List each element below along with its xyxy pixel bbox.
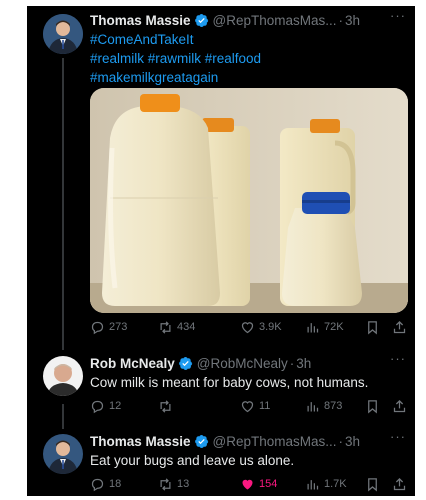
more-icon[interactable]: ···	[390, 432, 406, 444]
repost-button[interactable]: 13	[158, 475, 189, 493]
views-button[interactable]: 873	[305, 397, 342, 415]
thread-connector	[62, 404, 64, 429]
reply-button[interactable]: 12	[90, 397, 121, 415]
tweet-actions: 273 434 3.9K 72K	[90, 318, 408, 336]
views-icon	[307, 401, 319, 411]
author-handle[interactable]: @RepThomasMas...	[213, 13, 337, 28]
author-handle[interactable]: @RobMcNealy	[197, 356, 288, 371]
repost-icon	[160, 399, 171, 413]
bookmark-icon	[368, 399, 377, 413]
bookmark-icon	[368, 477, 377, 491]
share-icon	[393, 399, 406, 412]
dot-separator: ·	[289, 355, 295, 371]
share-button[interactable]	[392, 475, 407, 493]
repost-button[interactable]	[158, 397, 177, 415]
repost-icon	[160, 320, 171, 334]
like-count: 11	[259, 400, 271, 412]
tweet-actions: 12 11 873	[90, 397, 408, 415]
more-icon[interactable]: ···	[390, 11, 406, 23]
like-count: 154	[259, 478, 278, 490]
reply-count: 18	[109, 478, 122, 490]
hashtag-link[interactable]: #makemilkgreatagain	[90, 68, 405, 87]
reply-button[interactable]: 273	[90, 318, 127, 336]
like-button[interactable]: 154	[240, 475, 277, 493]
tweet-actions: 18 13 154 1.7K	[90, 475, 408, 493]
dot-separator: ·	[338, 12, 344, 28]
avatar[interactable]	[43, 434, 83, 474]
like-icon	[242, 479, 253, 489]
views-count: 873	[324, 400, 343, 412]
thread-connector	[62, 58, 64, 350]
tweet-header: Thomas Massie @RepThomasMas... · 3h ···	[90, 432, 408, 450]
like-icon	[241, 400, 254, 412]
repost-count: 13	[177, 478, 190, 490]
views-icon	[307, 479, 319, 489]
timestamp[interactable]: 3h	[296, 356, 311, 371]
tweet-body: Cow milk is meant for baby cows, not hum…	[90, 375, 369, 390]
dot-separator: ·	[338, 433, 344, 449]
tweet-body: Eat your bugs and leave us alone.	[90, 453, 295, 468]
more-icon[interactable]: ···	[390, 354, 406, 366]
reply-count: 12	[109, 400, 122, 412]
author-name[interactable]: Thomas Massie	[90, 13, 191, 28]
timestamp[interactable]: 3h	[345, 13, 360, 28]
share-icon	[393, 477, 406, 490]
repost-button[interactable]: 434	[158, 318, 195, 336]
views-icon	[307, 322, 319, 332]
like-button[interactable]: 11	[240, 397, 270, 415]
verified-badge-icon	[178, 356, 192, 370]
hashtag-link[interactable]: #ComeAndTakeIt	[90, 30, 405, 49]
views-count: 72K	[324, 321, 344, 333]
verified-badge-icon	[194, 434, 208, 448]
avatar[interactable]	[43, 356, 83, 396]
repost-count: 434	[177, 321, 196, 333]
reply-button[interactable]: 18	[90, 475, 121, 493]
avatar[interactable]	[43, 14, 83, 54]
like-button[interactable]: 3.9K	[240, 318, 282, 336]
author-name[interactable]: Rob McNealy	[90, 356, 175, 371]
tweet-thread: Thomas Massie @RepThomasMas... · 3h ··· …	[27, 6, 415, 496]
repost-icon	[160, 477, 171, 491]
like-icon	[241, 321, 254, 333]
bookmark-button[interactable]	[365, 318, 380, 336]
reply-icon	[91, 478, 104, 491]
tweet-body: #ComeAndTakeIt #realmilk #rawmilk #realf…	[90, 30, 405, 87]
share-button[interactable]	[392, 397, 407, 415]
milk-jugs-photo[interactable]	[90, 88, 408, 313]
author-name[interactable]: Thomas Massie	[90, 434, 191, 449]
reply-icon	[91, 321, 104, 334]
reply-icon	[91, 400, 104, 413]
author-handle[interactable]: @RepThomasMas...	[213, 434, 337, 449]
reply-count: 273	[109, 321, 128, 333]
views-button[interactable]: 72K	[305, 318, 344, 336]
timestamp[interactable]: 3h	[345, 434, 360, 449]
views-count: 1.7K	[324, 478, 347, 490]
like-count: 3.9K	[259, 321, 282, 333]
bookmark-button[interactable]	[365, 475, 380, 493]
bookmark-button[interactable]	[365, 397, 380, 415]
tweet-header: Rob McNealy @RobMcNealy · 3h ···	[90, 354, 408, 372]
hashtag-link[interactable]: #realmilk #rawmilk #realfood	[90, 49, 405, 68]
views-button[interactable]: 1.7K	[305, 475, 347, 493]
verified-badge-icon	[194, 13, 208, 27]
tweet-header: Thomas Massie @RepThomasMas... · 3h ···	[90, 11, 408, 29]
bookmark-icon	[368, 320, 377, 334]
share-button[interactable]	[392, 318, 407, 336]
share-icon	[393, 320, 406, 333]
